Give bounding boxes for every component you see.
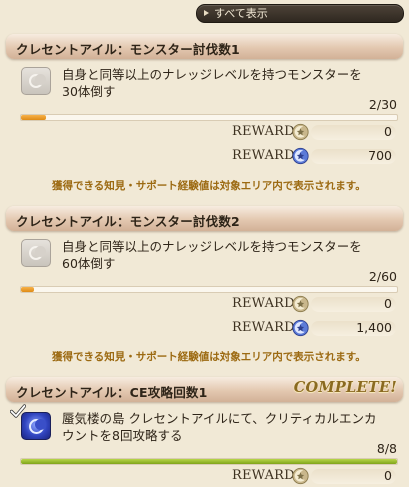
quest-description-line: 蜃気楼の島 クレセントアイルにて、クリティカルエンカ [62, 411, 377, 426]
quest-description: 自身と同等以上のナレッジレベルを持つモンスターを 60体倒す [62, 238, 392, 272]
reward-row: REWARD 0 [0, 293, 409, 315]
show-all-button[interactable]: すべて表示 [196, 4, 404, 23]
progress-fill [21, 115, 47, 120]
top-bar: すべて表示 [0, 0, 409, 26]
reward-value: 0 [384, 124, 392, 139]
quest-title: クレセントアイル：CE攻略回数1 [16, 385, 208, 400]
show-all-label: すべて表示 [214, 7, 268, 20]
progress-count: 2/60 [368, 269, 397, 284]
triangle-right-icon [204, 10, 209, 16]
progress-count: 2/30 [368, 97, 397, 112]
reward-row: REWARD 0 [0, 465, 409, 487]
checkmark-icon [10, 404, 26, 418]
reward-label: REWARD [232, 320, 295, 335]
progress-bar [20, 114, 398, 121]
progress-count: 8/8 [376, 441, 397, 456]
reward-row: REWARD 700 [0, 145, 409, 167]
reward-label: REWARD [232, 124, 295, 139]
quest-header[interactable]: クレセントアイル：CE攻略回数1 COMPLETE! [6, 377, 403, 402]
reward-label: REWARD [232, 296, 295, 311]
quest-header[interactable]: クレセントアイル：モンスター討伐数1 [6, 34, 403, 59]
reward-value: 0 [384, 296, 392, 311]
quest-description-line: 自身と同等以上のナレッジレベルを持つモンスターを [62, 239, 362, 254]
reward-label: REWARD [232, 148, 295, 163]
quest-header[interactable]: クレセントアイル：モンスター討伐数2 [6, 206, 403, 231]
progress-fill [21, 459, 397, 464]
quest-description-line: 30体倒す [62, 84, 116, 99]
quest-description-line: ウントを8回攻略する [62, 428, 183, 443]
progress-bar [20, 286, 398, 293]
quest-title: クレセントアイル：モンスター討伐数2 [16, 214, 240, 229]
reward-value: 0 [384, 468, 392, 483]
crescent-moon-icon [21, 239, 51, 267]
reward-label: REWARD [232, 468, 295, 483]
knowledge-exp-icon [292, 295, 309, 313]
reward-row: REWARD 0 [0, 121, 409, 143]
progress-fill [21, 287, 34, 292]
reward-row: REWARD 1,400 [0, 317, 409, 339]
complete-badge: COMPLETE! [293, 379, 397, 396]
knowledge-exp-icon [292, 467, 309, 485]
quest-description: 蜃気楼の島 クレセントアイルにて、クリティカルエンカ ウントを8回攻略する [62, 410, 392, 444]
knowledge-exp-icon [292, 123, 309, 141]
progress-bar [20, 458, 398, 465]
quest-description: 自身と同等以上のナレッジレベルを持つモンスターを 30体倒す [62, 66, 392, 100]
quest-description-line: 60体倒す [62, 256, 116, 271]
quest-description-line: 自身と同等以上のナレッジレベルを持つモンスターを [62, 67, 362, 82]
support-exp-icon [292, 319, 309, 337]
support-exp-icon [292, 147, 309, 165]
area-note: 獲得できる知見・サポート経験値は対象エリア内で表示されます。 [52, 351, 366, 363]
reward-value: 700 [368, 148, 392, 163]
area-note: 獲得できる知見・サポート経験値は対象エリア内で表示されます。 [52, 180, 366, 192]
reward-value: 1,400 [356, 320, 392, 335]
quest-title: クレセントアイル：モンスター討伐数1 [16, 42, 240, 57]
crescent-moon-icon [21, 67, 51, 95]
